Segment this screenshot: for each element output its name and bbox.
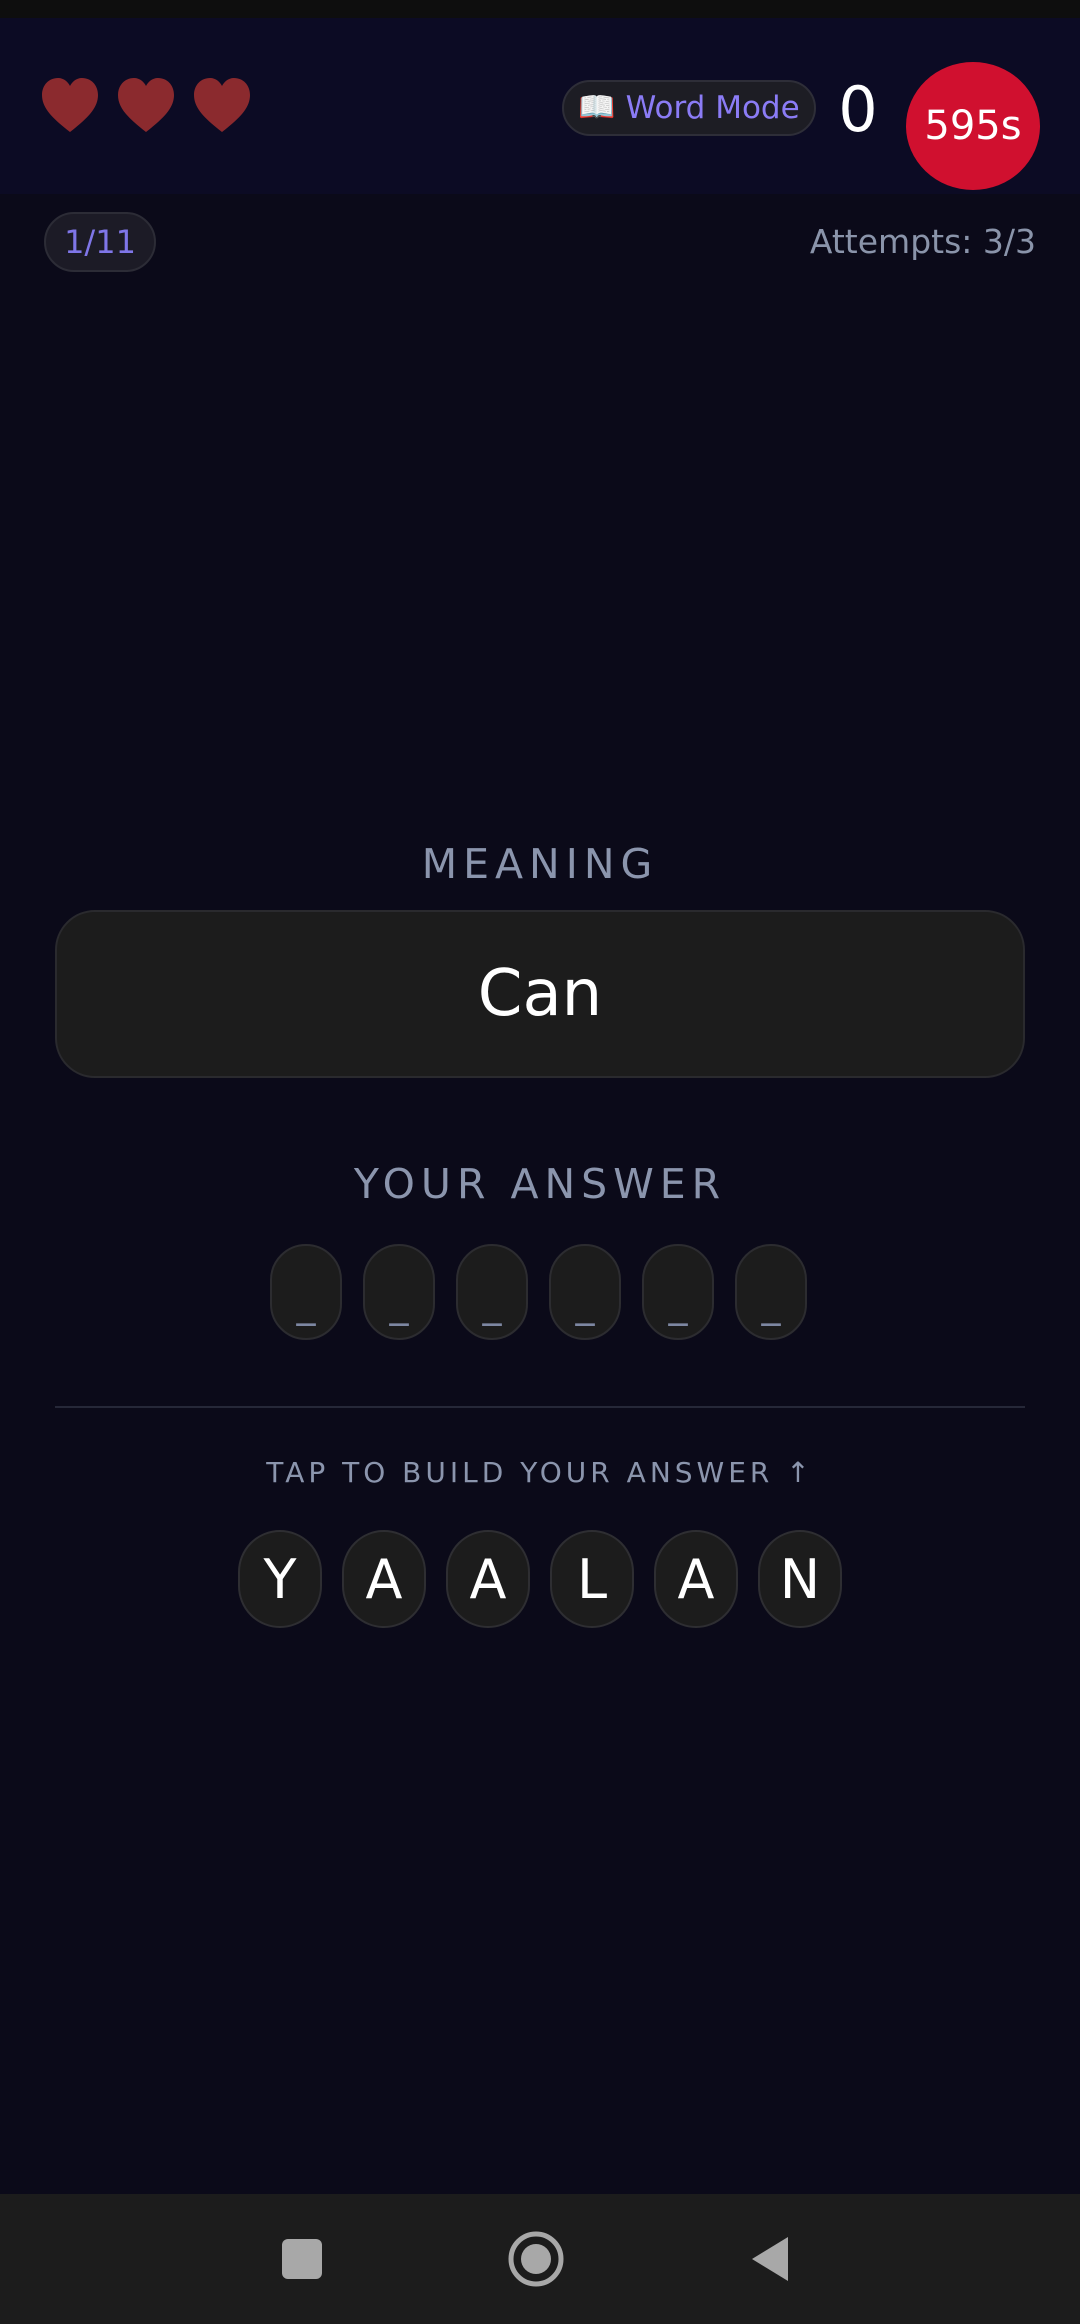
game-screen: 📖 Word Mode 0 595s 1/11 Attempts: 3/3 ME… (0, 0, 1080, 2324)
section-divider (55, 1406, 1025, 1408)
build-answer-hint: TAP TO BUILD YOUR ANSWER ↑ (266, 1456, 814, 1489)
system-navigation-bar (0, 2194, 1080, 2324)
mode-label: Word Mode (625, 90, 800, 126)
answer-heading: YOUR ANSWER (353, 1160, 727, 1208)
answer-slots: _ _ _ _ _ _ (270, 1244, 807, 1340)
letter-tile[interactable]: Y (238, 1530, 322, 1628)
answer-slot[interactable]: _ (363, 1244, 435, 1340)
open-book-icon: 📖 (578, 90, 616, 125)
meaning-word: Can (477, 957, 603, 1031)
status-bar (0, 0, 1080, 18)
question-progress: 1/11 (44, 212, 156, 272)
meaning-card: Can (55, 910, 1025, 1078)
answer-slot[interactable]: _ (270, 1244, 342, 1340)
letter-tile[interactable]: A (446, 1530, 530, 1628)
circle-home-icon (508, 2231, 564, 2287)
letter-tiles: Y A A L A N (238, 1530, 842, 1628)
recents-button[interactable] (262, 2194, 342, 2324)
letter-tile[interactable]: N (758, 1530, 842, 1628)
triangle-back-icon (752, 2237, 788, 2281)
lives-indicator (38, 74, 254, 138)
score-counter: 0 (838, 73, 878, 146)
answer-slot[interactable]: _ (642, 1244, 714, 1340)
attempts-remaining: Attempts: 3/3 (809, 222, 1036, 261)
back-button[interactable] (730, 2194, 810, 2324)
letter-tile[interactable]: A (342, 1530, 426, 1628)
square-recents-icon (282, 2239, 322, 2279)
heart-icon (118, 78, 174, 132)
answer-slot[interactable]: _ (456, 1244, 528, 1340)
home-button[interactable] (496, 2194, 576, 2324)
letter-tile[interactable]: A (654, 1530, 738, 1628)
letter-tile[interactable]: L (550, 1530, 634, 1628)
meaning-heading: MEANING (421, 840, 659, 888)
heart-icon (42, 78, 98, 132)
answer-slot[interactable]: _ (735, 1244, 807, 1340)
countdown-timer: 595s (906, 62, 1040, 190)
word-mode-badge[interactable]: 📖 Word Mode (562, 80, 816, 136)
game-header: 📖 Word Mode 0 595s (0, 18, 1080, 194)
answer-slot[interactable]: _ (549, 1244, 621, 1340)
heart-icon (194, 78, 250, 132)
